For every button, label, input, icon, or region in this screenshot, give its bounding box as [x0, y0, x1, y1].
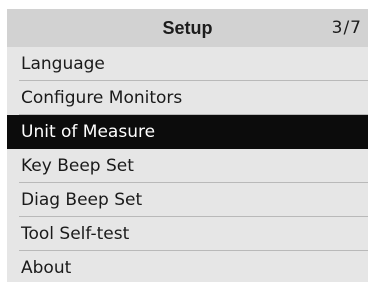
menu-item-tool-self-test[interactable]: Tool Self-test [7, 217, 368, 251]
setup-screen: Setup 3/7 Language Configure Monitors Un… [7, 9, 368, 282]
menu-item-language[interactable]: Language [7, 47, 368, 81]
menu-item-about[interactable]: About [7, 251, 368, 282]
header-bar: Setup 3/7 [7, 9, 368, 47]
menu-item-configure-monitors[interactable]: Configure Monitors [7, 81, 368, 115]
menu-item-label: Key Beep Set [21, 156, 134, 176]
menu-item-diag-beep-set[interactable]: Diag Beep Set [7, 183, 368, 217]
setup-menu: Language Configure Monitors Unit of Meas… [7, 47, 368, 282]
menu-item-key-beep-set[interactable]: Key Beep Set [7, 149, 368, 183]
page-indicator: 3/7 [331, 18, 362, 38]
menu-item-label: Language [21, 54, 105, 74]
menu-item-label: About [21, 258, 72, 278]
page-title: Setup [162, 18, 213, 38]
menu-item-unit-of-measure[interactable]: Unit of Measure [7, 115, 368, 149]
menu-item-label: Diag Beep Set [21, 190, 143, 210]
menu-item-label: Unit of Measure [21, 122, 156, 142]
menu-item-label: Tool Self-test [21, 224, 130, 244]
menu-item-label: Configure Monitors [21, 88, 183, 108]
